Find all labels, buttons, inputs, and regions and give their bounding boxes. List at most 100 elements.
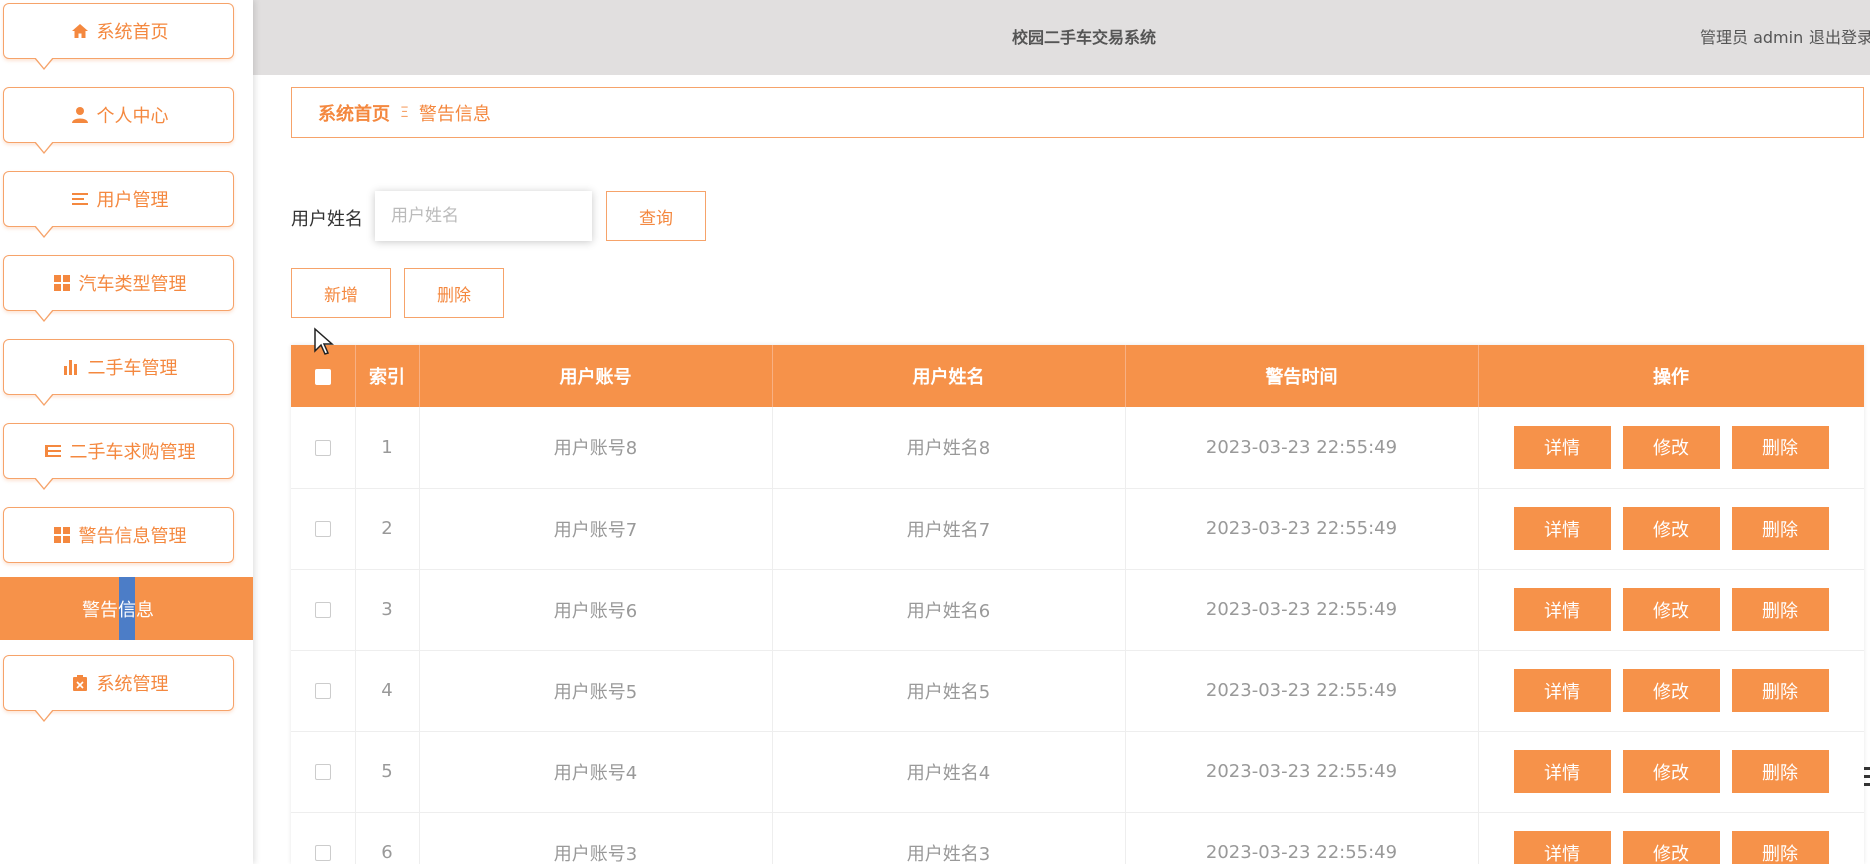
sidebar-item-warnings[interactable]: 警告信息管理 <box>3 507 234 563</box>
cell-account: 用户账号7 <box>419 488 773 570</box>
home-icon <box>69 20 91 42</box>
cell-time: 2023-03-23 22:55:49 <box>1125 650 1479 732</box>
sidebar-item-used-cars[interactable]: 二手车管理 <box>3 339 234 406</box>
column-header: 索引 <box>355 345 420 407</box>
top-header: 校园二手车交易系统 管理员 admin 退出登录 <box>253 0 1870 75</box>
row-checkbox[interactable] <box>314 521 331 537</box>
delete-button[interactable]: 删除 <box>404 268 504 318</box>
cell-actions: 详情 修改 删除 <box>1478 569 1864 651</box>
sidebar-item-purchase-requests[interactable]: 二手车求购管理 <box>3 423 234 490</box>
cell-index: 2 <box>355 488 420 570</box>
table-row: 5 用户账号4 用户姓名4 2023-03-23 22:55:49 详情 修改 删除 <box>291 731 1864 813</box>
row-checkbox[interactable] <box>314 439 331 456</box>
cell-index: 5 <box>355 731 420 813</box>
app-root: 系统首页 个人中心 用户管理 汽车类型管理 二手车管理 二手车求购管理 警告信息… <box>0 0 1870 864</box>
cell-name: 用户姓名4 <box>772 731 1126 813</box>
sidebar-subitem-label: 警告信息 <box>82 599 154 621</box>
sidebar-item-car-types[interactable]: 汽车类型管理 <box>3 255 234 322</box>
cell-actions: 详情 修改 删除 <box>1478 731 1864 813</box>
sidebar-item-label: 二手车求购管理 <box>69 442 196 463</box>
detail-button[interactable]: 详情 <box>1513 669 1611 712</box>
table-row: 6 用户账号3 用户姓名3 2023-03-23 22:55:49 详情 修改 删除 <box>291 812 1864 864</box>
column-header: 用户姓名 <box>772 345 1126 407</box>
table-header-row: 索引 用户账号 用户姓名 警告时间 操作 <box>291 345 1864 407</box>
row-delete-button[interactable]: 删除 <box>1731 750 1829 793</box>
cell-time: 2023-03-23 22:55:49 <box>1125 731 1479 813</box>
cell-time: 2023-03-23 22:55:49 <box>1125 407 1479 489</box>
current-user: 管理员 admin <box>1700 28 1804 47</box>
cell-actions: 详情 修改 删除 <box>1478 650 1864 732</box>
table-row: 4 用户账号5 用户姓名5 2023-03-23 22:55:49 详情 修改 删除 <box>291 650 1864 732</box>
edit-button[interactable]: 修改 <box>1622 507 1720 550</box>
query-button[interactable]: 查询 <box>606 191 706 241</box>
sidebar-item-home[interactable]: 系统首页 <box>3 3 234 70</box>
edit-button[interactable]: 修改 <box>1622 831 1720 864</box>
sidebar-item-label: 系统管理 <box>96 674 169 695</box>
cell-index: 6 <box>355 812 420 864</box>
sidebar-item-label: 警告信息管理 <box>78 526 187 547</box>
sidebar-subitem-warning-info[interactable]: 警告信息 <box>0 577 253 640</box>
list-icon <box>69 188 91 210</box>
row-checkbox[interactable] <box>314 845 331 861</box>
logout-link[interactable]: 退出登录 <box>1809 24 1870 48</box>
row-delete-button[interactable]: 删除 <box>1731 588 1829 631</box>
edit-button[interactable]: 修改 <box>1622 750 1720 793</box>
edit-button[interactable]: 修改 <box>1622 588 1720 631</box>
detail-button[interactable]: 详情 <box>1513 507 1611 550</box>
user-icon <box>69 104 91 126</box>
cell-name: 用户姓名5 <box>772 650 1126 732</box>
cell-index: 1 <box>355 407 420 489</box>
cell-time: 2023-03-23 22:55:49 <box>1125 569 1479 651</box>
row-delete-button[interactable]: 删除 <box>1731 831 1829 864</box>
cell-name: 用户姓名3 <box>772 812 1126 864</box>
row-checkbox[interactable] <box>314 602 331 618</box>
detail-button[interactable]: 详情 <box>1513 425 1611 469</box>
sidebar-item-label: 系统首页 <box>96 22 169 43</box>
cell-name: 用户姓名8 <box>772 407 1126 489</box>
table-row: 2 用户账号7 用户姓名7 2023-03-23 22:55:49 详情 修改 删除 <box>291 488 1864 570</box>
cell-actions: 详情 修改 删除 <box>1478 407 1864 489</box>
sidebar-item-label: 二手车管理 <box>87 358 178 379</box>
cell-actions: 详情 修改 删除 <box>1478 812 1864 864</box>
sidebar-item-users[interactable]: 用户管理 <box>3 171 234 238</box>
breadcrumb-home[interactable]: 系统首页 <box>318 100 390 126</box>
search-label: 用户姓名 <box>291 209 363 230</box>
cell-time: 2023-03-23 22:55:49 <box>1125 812 1479 864</box>
sidebar-item-label: 用户管理 <box>96 190 169 211</box>
sidebar-item-system[interactable]: 系统管理 <box>3 655 234 722</box>
breadcrumb-current: 警告信息 <box>418 103 491 125</box>
table-row: 3 用户账号6 用户姓名6 2023-03-23 22:55:49 详情 修改 删除 <box>291 569 1864 651</box>
row-delete-button[interactable]: 删除 <box>1731 507 1829 550</box>
bar-chart-icon <box>60 356 82 378</box>
cell-account: 用户账号4 <box>419 731 773 813</box>
detail-button[interactable]: 详情 <box>1513 750 1611 793</box>
cell-account: 用户账号5 <box>419 650 773 732</box>
add-button[interactable]: 新增 <box>291 268 391 318</box>
list-icon <box>42 440 64 462</box>
breadcrumb-separator: Ξ <box>400 104 409 121</box>
data-table: 索引 用户账号 用户姓名 警告时间 操作 1 用户账号8 用户姓名8 2023-… <box>291 345 1864 864</box>
edit-button[interactable]: 修改 <box>1622 669 1720 712</box>
sidebar: 系统首页 个人中心 用户管理 汽车类型管理 二手车管理 二手车求购管理 警告信息… <box>0 0 253 864</box>
mouse-pointer-icon <box>314 327 334 355</box>
clipboard-icon <box>69 672 91 694</box>
row-delete-button[interactable]: 删除 <box>1731 425 1829 469</box>
row-delete-button[interactable]: 删除 <box>1731 669 1829 712</box>
cell-account: 用户账号8 <box>419 407 773 489</box>
row-checkbox[interactable] <box>314 683 331 699</box>
edit-button[interactable]: 修改 <box>1622 425 1720 469</box>
drag-handle-icon[interactable] <box>1862 765 1870 795</box>
sidebar-item-profile[interactable]: 个人中心 <box>3 87 234 154</box>
breadcrumb: 系统首页 Ξ 警告信息 <box>291 87 1864 138</box>
select-all-checkbox[interactable] <box>314 368 331 385</box>
column-header: 操作 <box>1478 345 1864 407</box>
column-header: 用户账号 <box>419 345 773 407</box>
grid-icon <box>51 524 73 546</box>
cell-account: 用户账号6 <box>419 569 773 651</box>
detail-button[interactable]: 详情 <box>1513 831 1611 864</box>
row-checkbox[interactable] <box>314 764 331 780</box>
cell-actions: 详情 修改 删除 <box>1478 488 1864 570</box>
search-input[interactable] <box>375 191 592 241</box>
detail-button[interactable]: 详情 <box>1513 588 1611 631</box>
sidebar-item-label: 汽车类型管理 <box>78 274 187 295</box>
